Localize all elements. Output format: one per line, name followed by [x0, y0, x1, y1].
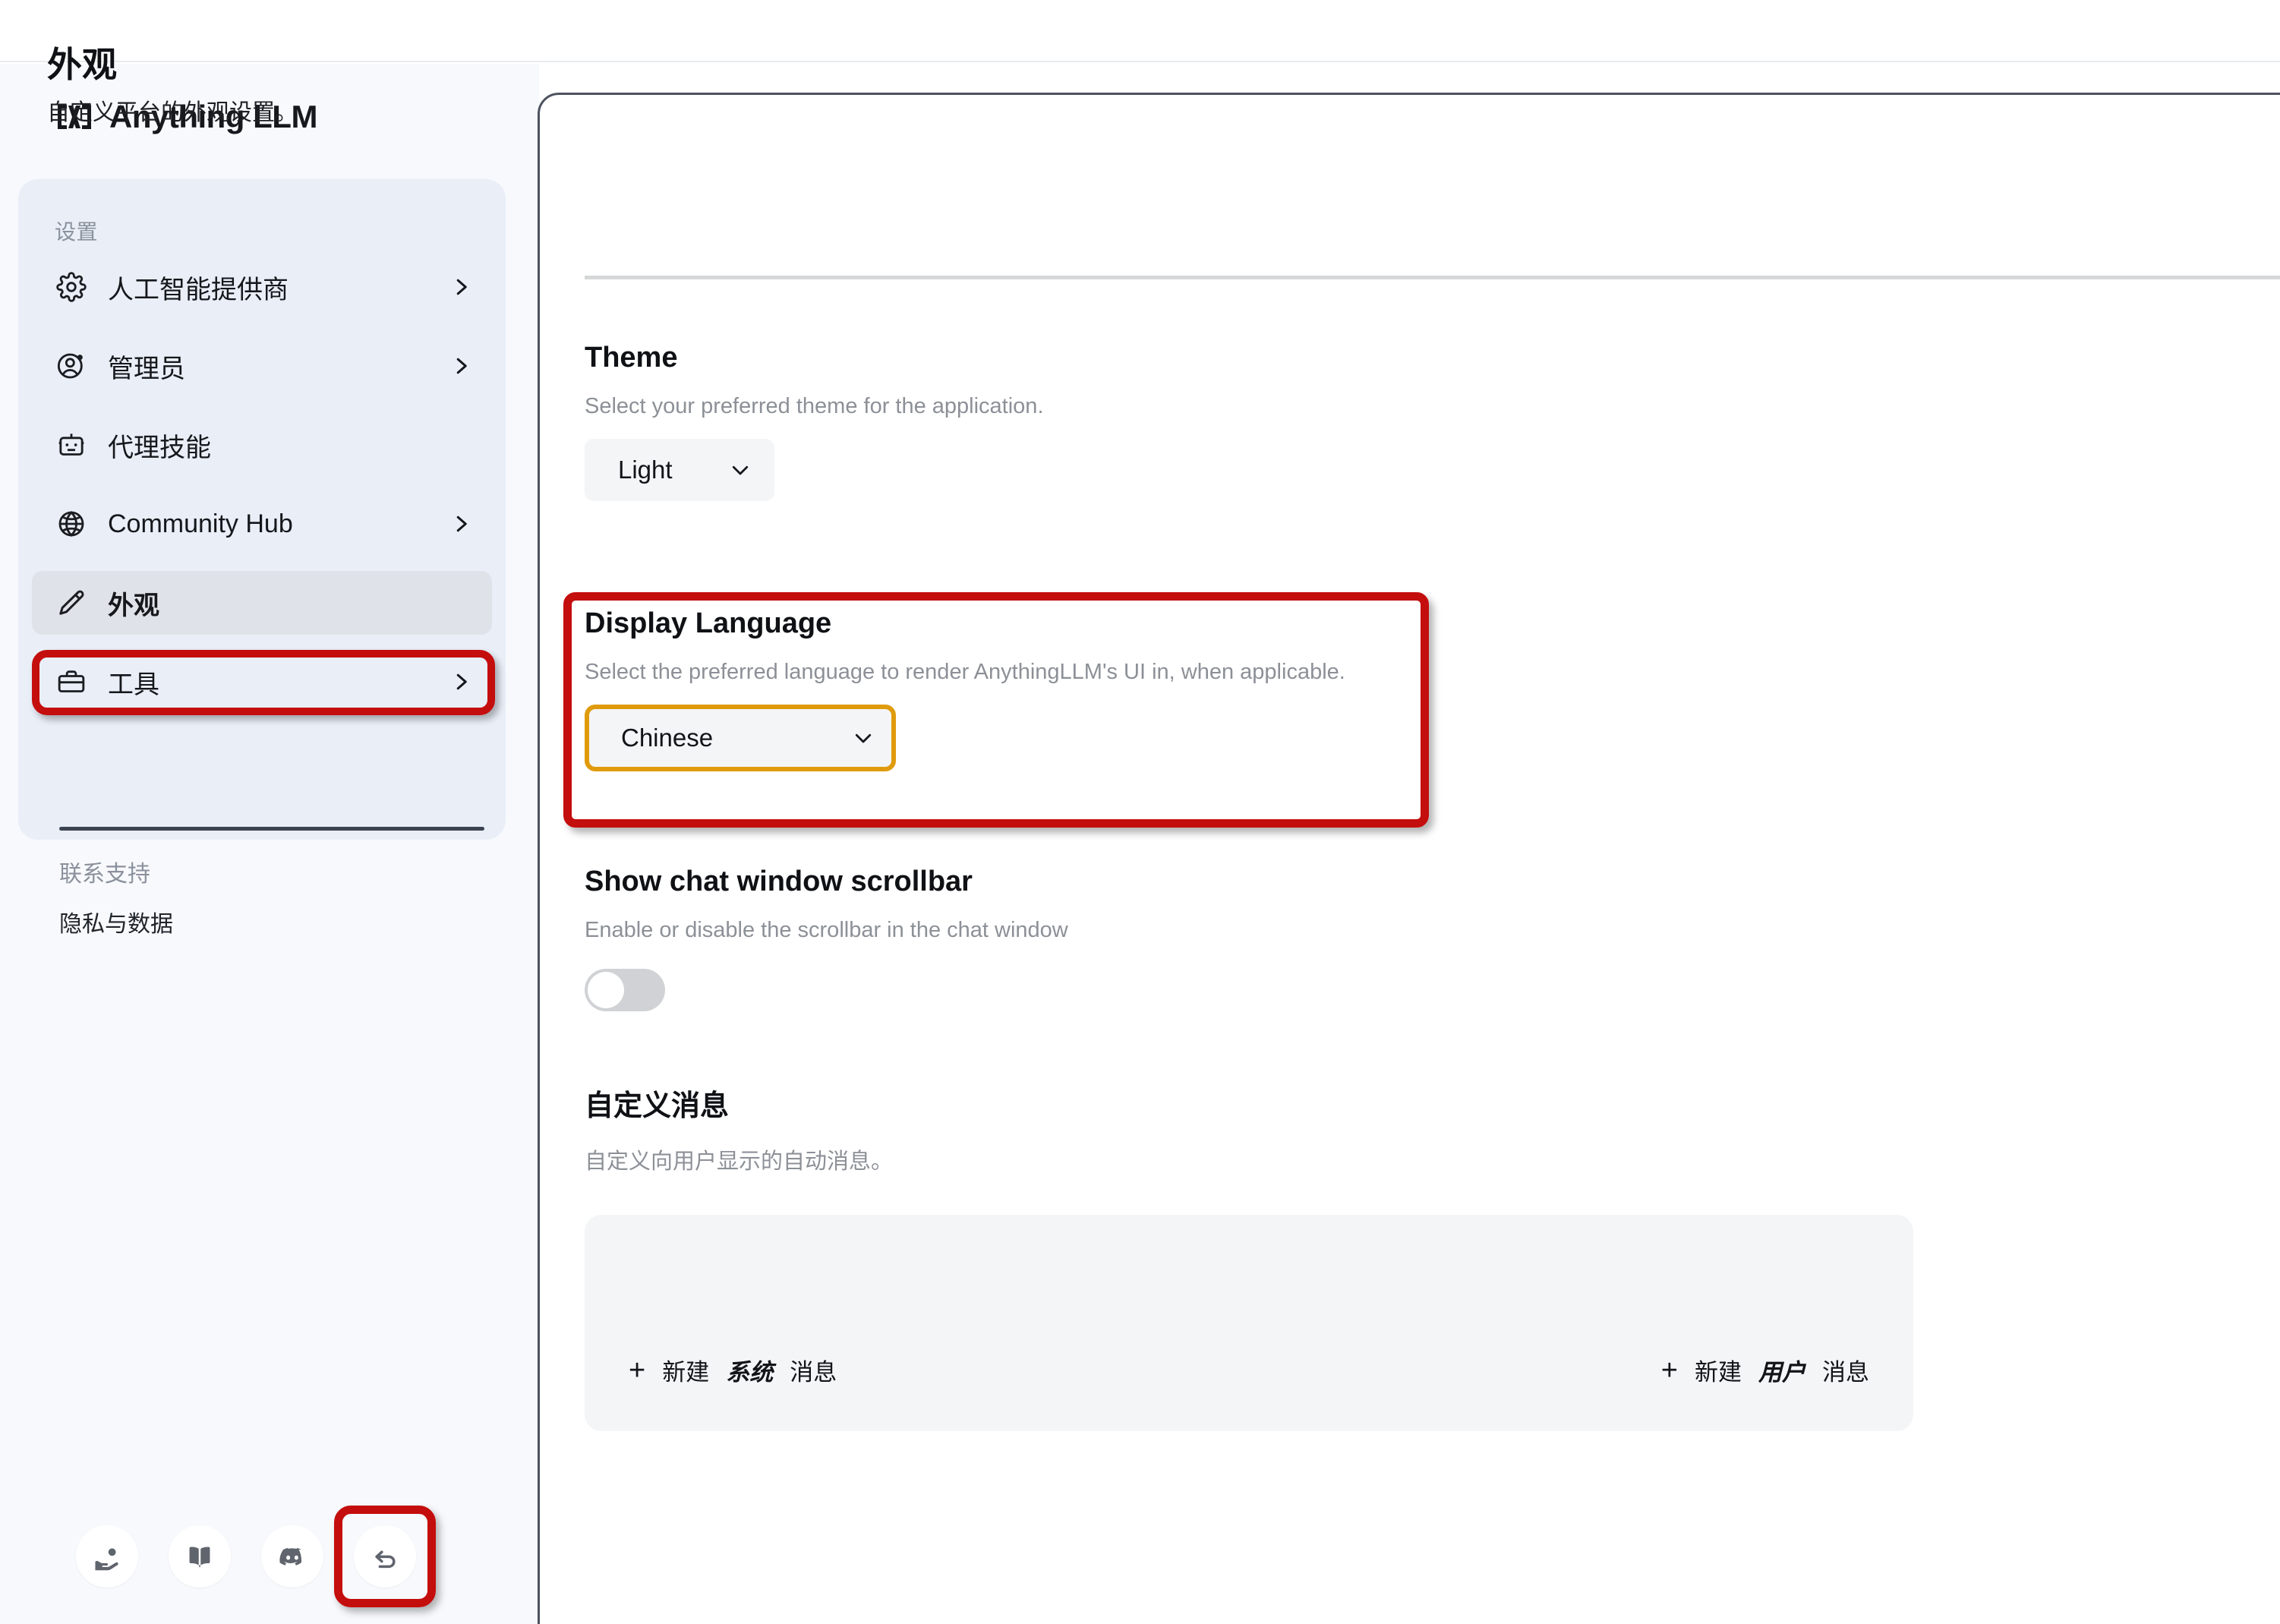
header-divider — [585, 276, 2280, 279]
sidebar-item-community-hub[interactable]: Community Hub — [32, 492, 492, 556]
sidebar-divider — [59, 827, 484, 831]
book-docs-icon[interactable] — [169, 1525, 231, 1588]
sidebar-item-label: 代理技能 — [108, 433, 211, 462]
display-language-description: Select the preferred language to render … — [585, 660, 1345, 684]
custom-messages-title: 自定义消息 — [585, 1090, 730, 1122]
theme-selected-value: Light — [618, 456, 673, 484]
settings-nav-card: 设置 人工智能提供商 管理员 代理技能 Community Hub 外观 工具 — [18, 179, 506, 840]
chat-scrollbar-toggle[interactable] — [585, 969, 665, 1011]
add-system-message-emphasis: 系统 — [726, 1359, 774, 1386]
sidebar-item-ai-providers[interactable]: 人工智能提供商 — [32, 255, 492, 319]
sidebar-item-label: 工具 — [108, 670, 159, 699]
contact-support-link[interactable]: 联系支持 — [59, 855, 150, 888]
chevron-down-icon — [852, 727, 875, 749]
add-user-message-prefix: 新建 — [1695, 1359, 1742, 1386]
sidebar-item-label: 人工智能提供商 — [108, 275, 289, 304]
sidebar-item-appearance[interactable]: 外观 — [32, 571, 492, 635]
toggle-knob — [588, 972, 624, 1008]
page-subtitle: 自定义平台的外观设置。 — [47, 100, 298, 126]
theme-description: Select your preferred theme for the appl… — [585, 394, 1044, 418]
app-root: Anything LLM 设置 人工智能提供商 管理员 代理技能 Communi… — [0, 0, 2280, 1624]
display-language-selected-value: Chinese — [621, 724, 714, 752]
sidebar-item-tools[interactable]: 工具 — [32, 650, 492, 714]
add-user-message-button[interactable]: + 新建 用户 消息 — [1661, 1353, 1869, 1387]
privacy-and-data-link[interactable]: 隐私与数据 — [59, 905, 173, 938]
nav-list: 人工智能提供商 管理员 代理技能 Community Hub 外观 工具 — [32, 255, 492, 729]
gear-icon — [55, 270, 88, 304]
discord-icon[interactable] — [261, 1525, 323, 1588]
chat-scrollbar-section: Show chat window scrollbar Enable or dis… — [585, 866, 1068, 1011]
add-system-message-button[interactable]: + 新建 系统 消息 — [629, 1353, 837, 1387]
theme-section: Theme Select your preferred theme for th… — [585, 342, 1044, 501]
hand-user-support-icon[interactable] — [76, 1525, 138, 1588]
sidebar-item-label: 管理员 — [108, 354, 185, 383]
add-user-message-emphasis: 用户 — [1758, 1359, 1805, 1386]
add-system-message-prefix: 新建 — [662, 1359, 710, 1386]
user-gear-icon — [55, 349, 88, 383]
sidebar-bottom-icon-row — [76, 1506, 436, 1607]
sidebar-item-agent-skills[interactable]: 代理技能 — [32, 413, 492, 477]
pencil-icon — [55, 586, 88, 620]
sidebar-item-admin[interactable]: 管理员 — [32, 334, 492, 398]
back-button-wrapper — [334, 1506, 436, 1607]
chevron-down-icon — [729, 459, 752, 481]
display-language-select[interactable]: Chinese — [585, 705, 896, 771]
chevron-right-icon — [449, 512, 472, 535]
add-user-message-suffix: 消息 — [1822, 1359, 1869, 1386]
chevron-right-icon — [449, 670, 472, 693]
sidebar-item-label: 外观 — [108, 591, 159, 620]
back-arrow-icon[interactable] — [354, 1525, 416, 1588]
chevron-right-icon — [449, 276, 472, 298]
plus-icon: + — [629, 1354, 646, 1386]
theme-title: Theme — [585, 342, 678, 374]
sidebar: Anything LLM 设置 人工智能提供商 管理员 代理技能 Communi… — [0, 64, 539, 1624]
plus-icon: + — [1660, 1354, 1678, 1386]
main-header: 外观 自定义平台的外观设置。 — [47, 44, 1717, 127]
add-system-message-suffix: 消息 — [790, 1359, 837, 1386]
chat-scrollbar-description: Enable or disable the scrollbar in the c… — [585, 918, 1068, 942]
custom-messages-panel: + 新建 系统 消息 + 新建 用户 消息 — [585, 1215, 1913, 1431]
display-language-title: Display Language — [585, 607, 832, 639]
robot-icon — [55, 428, 88, 462]
sidebar-item-label: Community Hub — [108, 509, 293, 538]
custom-messages-description: 自定义向用户显示的自动消息。 — [585, 1149, 894, 1174]
nav-section-label: 设置 — [55, 220, 99, 244]
globe-icon — [55, 507, 88, 541]
display-language-section: Display Language Select the preferred la… — [585, 607, 1345, 771]
theme-select[interactable]: Light — [585, 439, 774, 501]
chevron-right-icon — [449, 355, 472, 377]
chat-scrollbar-title: Show chat window scrollbar — [585, 866, 973, 897]
custom-messages-section: 自定义消息 自定义向用户显示的自动消息。 — [585, 1082, 893, 1175]
page-title: 外观 — [47, 45, 117, 84]
toolbox-icon — [55, 665, 88, 698]
